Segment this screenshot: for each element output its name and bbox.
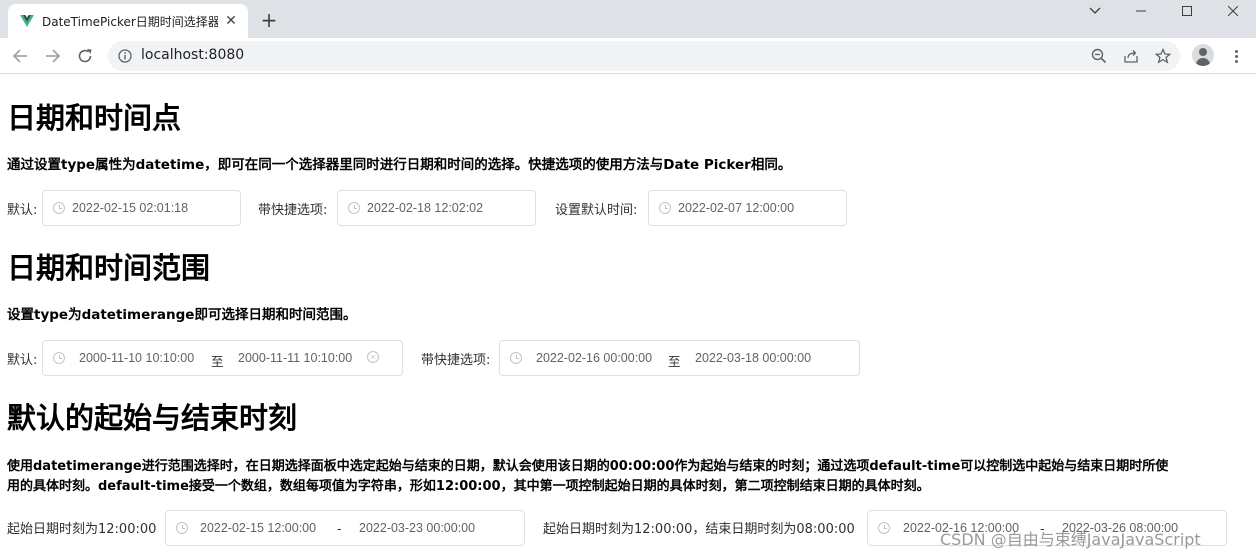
share-icon[interactable] xyxy=(1120,45,1142,67)
picker-value: 2022-02-15 02:01:18 xyxy=(72,201,189,215)
range-separator: 至 xyxy=(211,354,224,369)
clock-icon xyxy=(176,522,188,534)
datetime-picker-shortcuts[interactable]: 2022-02-18 12:02:02 xyxy=(337,190,536,226)
browser-tab[interactable]: DateTimePicker日期时间选择器 ✕ xyxy=(8,4,248,38)
zoom-icon[interactable] xyxy=(1088,45,1110,67)
range-end-value: 2022-03-23 00:00:00 xyxy=(359,521,476,535)
datetime-range-picker-start-time[interactable]: 2022-02-15 12:00:00 - 2022-03-23 00:00:0… xyxy=(165,510,525,546)
vue-logo-icon xyxy=(20,15,34,27)
clock-icon xyxy=(510,352,522,364)
browser-titlebar: DateTimePicker日期时间选择器 ✕ + xyxy=(0,0,1256,38)
clock-icon xyxy=(659,202,671,214)
section-title-datetimerange: 日期和时间范围 xyxy=(7,251,211,285)
bookmark-star-icon[interactable] xyxy=(1152,45,1174,67)
range-label-default: 默认: xyxy=(7,353,38,368)
address-bar[interactable]: localhost:8080 xyxy=(108,41,1180,71)
csdn-watermark: CSDN @自由与束缚JavaJavaScript xyxy=(940,530,1201,549)
page-content: 日期和时间点 通过设置type属性为datetime，即可在同一个选择器里同时进… xyxy=(0,75,1256,554)
back-arrow-icon[interactable] xyxy=(8,44,32,68)
picker-value: 2022-02-07 12:00:00 xyxy=(678,201,795,215)
range-label-shortcuts: 带快捷选项: xyxy=(421,353,491,368)
forward-arrow-icon[interactable] xyxy=(41,44,65,68)
browser-menu-icon[interactable] xyxy=(1228,44,1244,68)
range-separator: 至 xyxy=(668,354,681,369)
picker-label-default: 默认: xyxy=(7,203,38,218)
close-tab-icon[interactable]: ✕ xyxy=(218,13,244,29)
info-icon[interactable] xyxy=(118,49,132,63)
clock-icon xyxy=(348,202,360,214)
clock-icon xyxy=(53,202,65,214)
clock-icon xyxy=(53,352,65,364)
range-start-value: 2022-02-15 12:00:00 xyxy=(200,521,317,535)
close-window-icon[interactable] xyxy=(1210,0,1256,22)
picker-value: 2022-02-18 12:02:02 xyxy=(367,201,484,215)
reload-icon[interactable] xyxy=(73,44,97,68)
datetime-picker-default-time[interactable]: 2022-02-07 12:00:00 xyxy=(648,190,847,226)
picker-label-shortcuts: 带快捷选项: xyxy=(258,203,328,218)
section-description-datetimerange: 设置type为datetimerange即可选择日期和时间范围。 xyxy=(7,307,357,323)
new-tab-icon[interactable]: + xyxy=(258,9,280,31)
range-end-value: 2000-11-11 10:10:00 xyxy=(238,351,353,365)
section-description-datetime: 通过设置type属性为datetime，即可在同一个选择器里同时进行日期和时间的… xyxy=(7,157,792,173)
section-title-default-time: 默认的起始与结束时刻 xyxy=(7,401,298,435)
range-label-start-time: 起始日期时刻为12:00:00 xyxy=(7,522,157,537)
section-title-datetime: 日期和时间点 xyxy=(7,101,182,135)
datetime-range-picker-default[interactable]: 2000-11-10 10:10:00 至 2000-11-11 10:10:0… xyxy=(42,340,403,376)
tab-search-chevron-icon[interactable] xyxy=(1072,0,1118,22)
range-start-value: 2000-11-10 10:10:00 xyxy=(79,351,195,365)
range-separator: - xyxy=(337,521,342,536)
profile-avatar-icon[interactable] xyxy=(1192,44,1214,66)
maximize-icon[interactable] xyxy=(1164,0,1210,22)
range-start-value: 2022-02-16 00:00:00 xyxy=(536,351,653,365)
minimize-icon[interactable] xyxy=(1118,0,1164,22)
datetime-picker-default[interactable]: 2022-02-15 02:01:18 xyxy=(42,190,241,226)
picker-label-default-time: 设置默认时间: xyxy=(555,203,638,218)
section-description-default-time-line2: 用的具体时刻。default-time接受一个数组，数组每项值为字符串，形如12… xyxy=(7,479,930,494)
clock-icon xyxy=(878,522,890,534)
range-label-start-end-time: 起始日期时刻为12:00:00，结束日期时刻为08:00:00 xyxy=(543,522,855,537)
range-end-value: 2022-03-18 00:00:00 xyxy=(695,351,812,365)
datetime-range-picker-shortcuts[interactable]: 2022-02-16 00:00:00 至 2022-03-18 00:00:0… xyxy=(499,340,860,376)
url-text: localhost:8080 xyxy=(141,47,245,63)
clear-icon[interactable]: × xyxy=(367,351,379,363)
section-description-default-time-line1: 使用datetimerange进行范围选择时，在日期选择面板中选定起始与结束的日… xyxy=(7,459,1169,474)
tab-title: DateTimePicker日期时间选择器 xyxy=(42,14,218,29)
browser-toolbar: localhost:8080 xyxy=(0,38,1256,74)
